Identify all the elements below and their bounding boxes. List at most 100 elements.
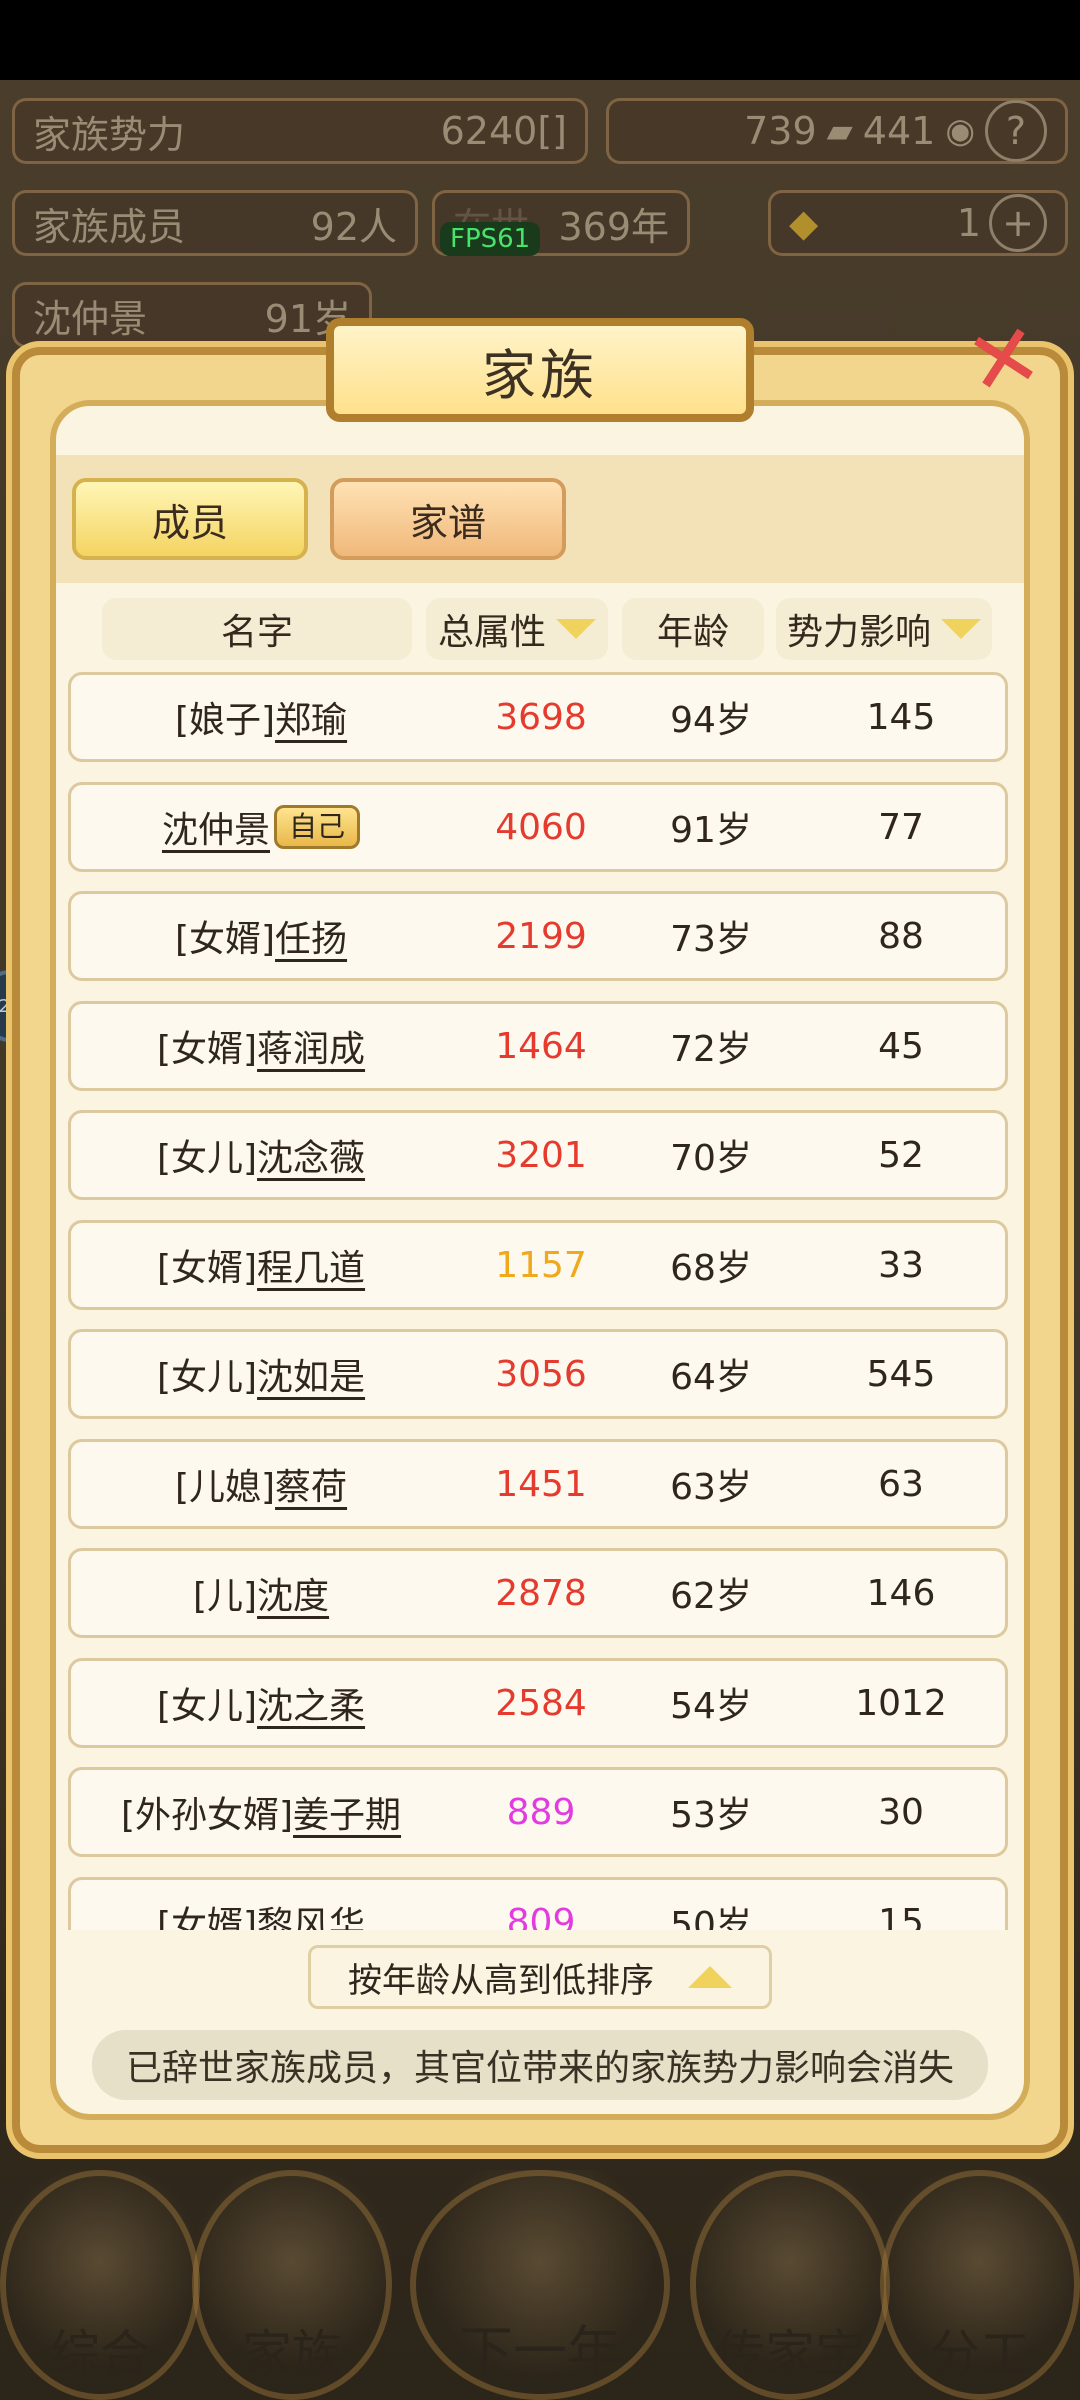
table-row[interactable]: [女婿] 蒋润成 1464 72岁 45 [68, 1001, 1008, 1091]
member-total-attr: 1157 [495, 1244, 587, 1286]
member-relation: [女儿] [156, 1357, 258, 1398]
member-age: 70岁 [670, 1138, 752, 1179]
members-label: 家族成员 [33, 204, 186, 249]
member-name-link[interactable]: 沈之柔 [257, 1677, 365, 1729]
resource-b-value: 441 [862, 109, 936, 153]
column-name[interactable]: 名字 [102, 598, 412, 660]
fps-counter: FPS61 [440, 222, 541, 256]
ticket-icon: ▰ [826, 111, 853, 151]
leader-pill: 沈仲景 91岁 [12, 282, 372, 348]
close-icon[interactable]: ✕ [954, 301, 1054, 417]
members-value: 92人 [310, 204, 397, 249]
sort-by-age-button[interactable]: 按年龄从高到低排序 [308, 1945, 772, 2009]
member-total-attr: 809 [506, 1901, 576, 1931]
member-total-attr: 2199 [495, 915, 587, 957]
member-age: 94岁 [670, 700, 752, 741]
member-total-attr: 1451 [495, 1463, 587, 1505]
member-influence: 63 [878, 1463, 924, 1505]
member-name-link[interactable]: 黎风华 [257, 1896, 365, 1930]
member-age: 73岁 [670, 919, 752, 960]
bottom-nav: 综合 家族 下一年 传家宝 分工 [0, 2170, 1080, 2400]
add-gold-button[interactable]: + [989, 194, 1047, 252]
member-total-attr: 2878 [495, 1572, 587, 1614]
member-total-attr: 2584 [495, 1682, 587, 1724]
table-row[interactable]: [女婿] 任扬 2199 73岁 88 [68, 891, 1008, 981]
member-relation: [女婿] [174, 919, 276, 960]
column-total-attr[interactable]: 总属性 [426, 598, 608, 660]
resources-pill: 739 ▰ 441 ◉ ? [606, 98, 1068, 164]
member-name-link[interactable]: 程几道 [257, 1239, 365, 1291]
self-badge: 自己 [274, 805, 361, 849]
sort-desc-icon [941, 619, 981, 639]
member-list[interactable]: [娘子] 郑瑜 3698 94岁 145 沈仲景 自己 4060 91岁 77 [女婿] 任扬 2199… [68, 672, 1008, 1930]
tab-genealogy[interactable]: 家谱 [330, 478, 566, 560]
sort-asc-icon [688, 1966, 732, 1988]
member-relation: [女儿] [156, 1686, 258, 1727]
table-row[interactable]: [儿媳] 蔡荷 1451 63岁 63 [68, 1439, 1008, 1529]
table-row[interactable]: [儿] 沈度 2878 62岁 146 [68, 1548, 1008, 1638]
member-age: 53岁 [670, 1795, 752, 1836]
member-name-cell: [女儿] 沈念薇 [71, 1113, 451, 1197]
member-influence: 52 [878, 1134, 924, 1176]
member-name-link[interactable]: 沈如是 [257, 1348, 365, 1400]
leader-name: 沈仲景 [33, 296, 148, 341]
member-influence: 88 [878, 915, 924, 957]
help-button[interactable]: ? [985, 100, 1047, 162]
member-age: 63岁 [670, 1467, 752, 1508]
member-name-link[interactable]: 沈仲景 [162, 801, 270, 853]
member-influence: 146 [866, 1572, 936, 1614]
family-power-pill: 家族势力 6240[] [12, 98, 588, 164]
member-name-link[interactable]: 郑瑜 [275, 691, 347, 743]
table-row[interactable]: [女儿] 沈之柔 2584 54岁 1012 [68, 1658, 1008, 1748]
member-age: 72岁 [670, 1029, 752, 1070]
member-influence: 33 [878, 1244, 924, 1286]
member-name-link[interactable]: 蔡荷 [275, 1458, 347, 1510]
member-relation: [儿] [192, 1576, 258, 1617]
member-name-link[interactable]: 姜子期 [293, 1786, 401, 1838]
nav-family[interactable]: 家族 [192, 2170, 392, 2400]
jade-icon [690, 2170, 890, 2400]
column-age[interactable]: 年龄 [622, 598, 764, 660]
table-row[interactable]: [女儿] 沈如是 3056 64岁 545 [68, 1329, 1008, 1419]
member-influence: 45 [878, 1025, 924, 1067]
coin-icon: ◉ [945, 111, 975, 151]
tab-members[interactable]: 成员 [72, 478, 308, 560]
member-relation: [外孙女婿] [120, 1795, 294, 1836]
member-name-cell: [女儿] 沈如是 [71, 1332, 451, 1416]
table-row[interactable]: [娘子] 郑瑜 3698 94岁 145 [68, 672, 1008, 762]
member-age: 68岁 [670, 1248, 752, 1289]
member-name-link[interactable]: 沈念薇 [257, 1129, 365, 1181]
table-row[interactable]: 沈仲景 自己 4060 91岁 77 [68, 782, 1008, 872]
nav-heirloom[interactable]: 传家宝 [690, 2170, 890, 2400]
world-value: 369年 [558, 204, 669, 249]
member-name-cell: [儿] 沈度 [71, 1551, 451, 1635]
nav-assign[interactable]: 分工 [880, 2170, 1080, 2400]
member-name-cell: [娘子] 郑瑜 [71, 675, 451, 759]
table-row[interactable]: [女婿] 黎风华 809 50岁 15 [68, 1877, 1008, 1930]
gold-pill: ◆ 1 + [768, 190, 1068, 256]
member-influence: 15 [878, 1901, 924, 1931]
member-total-attr: 3698 [495, 696, 587, 738]
nav-overview[interactable]: 综合 [0, 2170, 200, 2400]
mountain-icon [410, 2170, 670, 2400]
gold-ingot-icon: ◆ [789, 201, 819, 245]
table-row[interactable]: [外孙女婿] 姜子期 889 53岁 30 [68, 1767, 1008, 1857]
member-name-link[interactable]: 任扬 [275, 910, 347, 962]
member-age: 54岁 [670, 1686, 752, 1727]
member-name-link[interactable]: 蒋润成 [257, 1020, 365, 1072]
family-power-label: 家族势力 [33, 112, 186, 157]
member-total-attr: 889 [506, 1791, 576, 1833]
member-name-cell: [女儿] 沈之柔 [71, 1661, 451, 1745]
member-relation: [女儿] [156, 1138, 258, 1179]
member-relation: [女婿] [156, 1905, 258, 1930]
column-influence[interactable]: 势力影响 [776, 598, 992, 660]
member-influence: 30 [878, 1791, 924, 1833]
table-row[interactable]: [女儿] 沈念薇 3201 70岁 52 [68, 1110, 1008, 1200]
table-row[interactable]: [女婿] 程几道 1157 68岁 33 [68, 1220, 1008, 1310]
member-name-link[interactable]: 沈度 [257, 1567, 329, 1619]
member-influence: 1012 [855, 1682, 947, 1724]
member-total-attr: 4060 [495, 806, 587, 848]
member-name-cell: [女婿] 程几道 [71, 1223, 451, 1307]
gold-count: 1 [956, 201, 981, 245]
nav-next-year[interactable]: 下一年 [410, 2170, 670, 2400]
